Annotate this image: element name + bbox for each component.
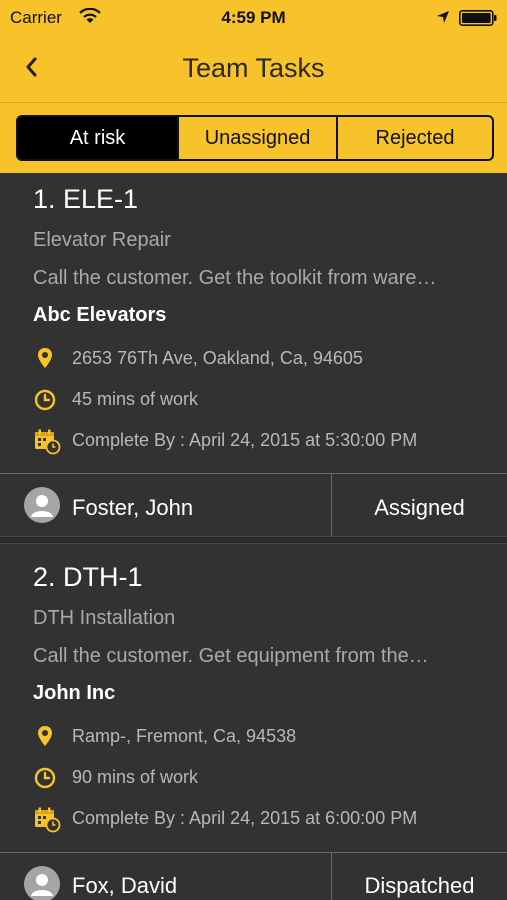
customer-name: Abc Elevators — [33, 304, 167, 326]
avatar — [24, 487, 60, 523]
task-address: Ramp-, Fremont, Ca, 94538 — [72, 726, 297, 746]
task-description: Call the customer. Get the toolkit from … — [33, 267, 437, 289]
page-title: Team Tasks — [182, 53, 325, 83]
task-duration: 90 mins of work — [72, 767, 199, 787]
clock-icon — [34, 389, 56, 411]
task-complete-by: Complete By : April 24, 2015 at 5:30:00 … — [72, 430, 418, 450]
task-card[interactable]: 1. ELE-1 Elevator Repair Call the custom… — [0, 173, 507, 537]
user-icon — [31, 874, 53, 896]
calendar-clock-icon — [35, 429, 61, 455]
location-pin-icon — [38, 726, 52, 746]
task-title: 1. ELE-1 — [33, 184, 139, 214]
location-pin-icon — [38, 348, 52, 368]
status-bar: Carrier 4:59 PM — [0, 0, 507, 36]
task-address: 2653 76Th Ave, Oakland, Ca, 94605 — [72, 348, 363, 368]
nav-divider — [0, 102, 507, 103]
tab-at-risk[interactable]: At risk — [18, 117, 177, 159]
task-description: Call the customer. Get equipment from th… — [33, 645, 429, 667]
task-complete-by: Complete By : April 24, 2015 at 6:00:00 … — [72, 808, 418, 828]
assignee-name: Foster, John — [72, 495, 194, 520]
location-arrow-icon — [437, 11, 449, 23]
status-label[interactable]: Assigned — [332, 495, 507, 521]
footer-divider — [0, 852, 507, 853]
battery-icon — [459, 10, 497, 26]
task-type: Elevator Repair — [33, 229, 171, 251]
status-label[interactable]: Dispatched — [332, 873, 507, 899]
calendar-clock-icon — [35, 807, 61, 833]
task-separator — [0, 536, 507, 544]
nav-bar: Team Tasks — [0, 36, 507, 102]
task-type: DTH Installation — [33, 607, 176, 629]
tab-segmented-control: At risk Unassigned Rejected — [16, 115, 494, 161]
tab-unassigned[interactable]: Unassigned — [177, 117, 336, 159]
footer-divider — [0, 473, 507, 474]
header: Carrier 4:59 PM Team Tasks At risk Unass… — [0, 0, 507, 173]
avatar — [24, 866, 60, 900]
customer-name: John Inc — [33, 682, 116, 704]
task-title: 2. DTH-1 — [33, 562, 143, 592]
assignee-name: Fox, David — [72, 873, 178, 898]
user-icon — [31, 495, 53, 517]
task-card[interactable]: 2. DTH-1 DTH Installation Call the custo… — [0, 551, 507, 900]
clock-time: 4:59 PM — [221, 8, 286, 27]
clock-icon — [34, 767, 56, 789]
task-duration: 45 mins of work — [72, 389, 199, 409]
tab-rejected[interactable]: Rejected — [336, 117, 492, 159]
